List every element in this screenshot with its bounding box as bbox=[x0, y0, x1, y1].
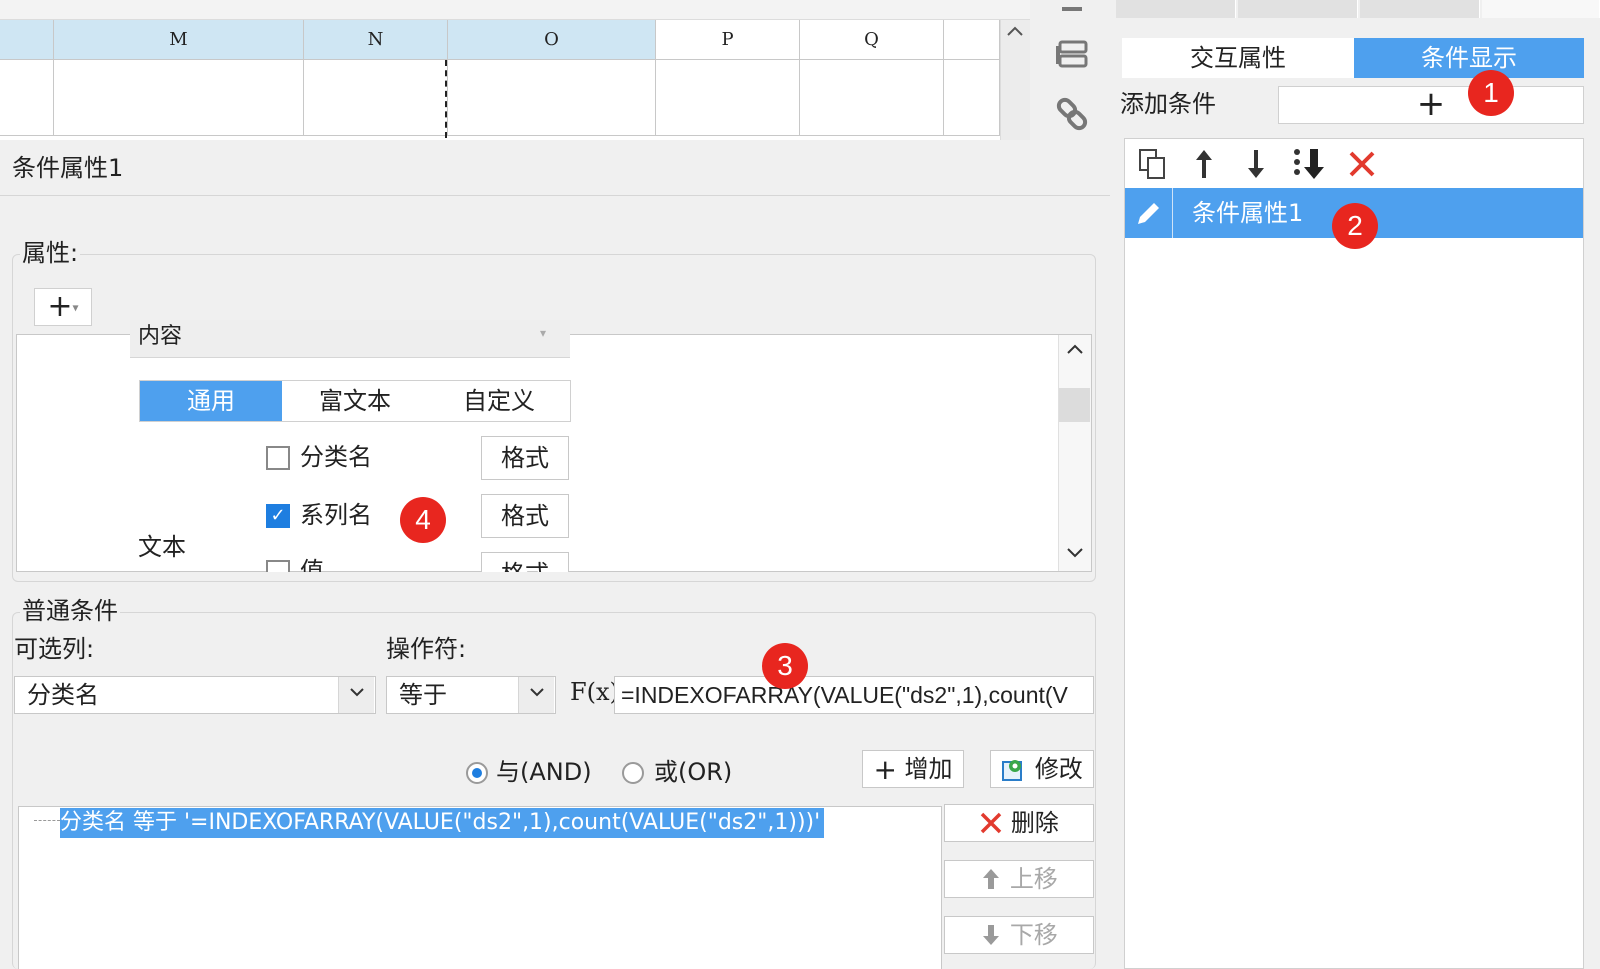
annotation-marker-2: 2 bbox=[1332, 203, 1378, 249]
annotation-marker-1: 1 bbox=[1468, 70, 1514, 116]
column-header-q[interactable]: Q bbox=[800, 20, 944, 60]
delete-button[interactable]: 删除 bbox=[944, 804, 1094, 842]
series-checkbox[interactable]: ✓ bbox=[266, 504, 290, 528]
or-radio-label: 或(OR) bbox=[654, 758, 733, 786]
modify-button-label: 修改 bbox=[1034, 755, 1083, 783]
move-down-button[interactable]: 下移 bbox=[944, 916, 1094, 954]
properties-label: 属性: bbox=[20, 236, 81, 270]
condition-expression[interactable]: 分类名 等于 '=INDEXOFARRAY(VALUE("ds2",1),cou… bbox=[60, 808, 825, 838]
chevron-down-icon[interactable] bbox=[518, 677, 554, 713]
condition-list-item-label: 条件属性1 bbox=[1192, 199, 1304, 227]
arrow-up-icon bbox=[980, 865, 1002, 901]
tab-custom[interactable]: 自定义 bbox=[428, 381, 570, 421]
copy-icon[interactable] bbox=[1134, 146, 1170, 182]
chevron-down-icon: ▾ bbox=[72, 300, 79, 315]
value-checkbox-label: 值 bbox=[300, 557, 324, 572]
sheet-cell[interactable] bbox=[54, 60, 304, 136]
content-section-header[interactable] bbox=[130, 320, 570, 358]
chevron-down-icon[interactable] bbox=[338, 677, 374, 713]
column-header-o[interactable]: O bbox=[448, 20, 656, 60]
tab-rich-text[interactable]: 富文本 bbox=[282, 381, 428, 421]
column-header-prev[interactable] bbox=[0, 20, 54, 60]
scroll-down-icon[interactable] bbox=[1058, 540, 1091, 570]
formula-input[interactable]: =INDEXOFARRAY(VALUE("ds2",1),count(V bbox=[614, 676, 1094, 714]
category-format-button[interactable]: 格式 bbox=[481, 436, 569, 480]
modify-button[interactable]: 修改 bbox=[990, 750, 1094, 788]
column-header-r[interactable] bbox=[944, 20, 1000, 60]
top-tab[interactable] bbox=[1482, 0, 1600, 18]
annotation-marker-4: 4 bbox=[400, 497, 446, 543]
move-down-button-label: 下移 bbox=[1009, 921, 1058, 949]
series-checkbox-label: 系列名 bbox=[300, 501, 372, 529]
delete-icon[interactable] bbox=[1344, 146, 1380, 182]
tab-general[interactable]: 通用 bbox=[140, 381, 282, 421]
or-radio[interactable] bbox=[622, 762, 644, 784]
category-checkbox[interactable] bbox=[266, 446, 290, 470]
top-tab[interactable] bbox=[1238, 0, 1358, 18]
value-checkbox-clip bbox=[266, 560, 290, 572]
add-condition-label: 添加条件 bbox=[1120, 90, 1216, 118]
add-property-button[interactable]: +▾ bbox=[34, 288, 92, 326]
text-label: 文本 bbox=[138, 533, 186, 561]
move-bottom-icon[interactable] bbox=[1290, 146, 1326, 182]
dialog-title: 条件属性1 bbox=[12, 154, 124, 182]
widget-settings-icon[interactable] bbox=[1050, 36, 1094, 74]
add-button-label: 增加 bbox=[904, 755, 953, 783]
top-tab[interactable] bbox=[1360, 0, 1480, 18]
tab-condition-display[interactable]: 条件显示 bbox=[1354, 38, 1584, 78]
formula-icon[interactable]: F(x) bbox=[570, 674, 619, 714]
and-radio-label: 与(AND) bbox=[496, 758, 592, 786]
column-header-m[interactable]: M bbox=[54, 20, 304, 60]
normal-condition-label: 普通条件 bbox=[20, 594, 120, 628]
and-radio[interactable] bbox=[466, 762, 488, 784]
series-format-button[interactable]: 格式 bbox=[481, 494, 569, 538]
close-icon bbox=[979, 809, 1003, 845]
modify-icon bbox=[1001, 756, 1027, 792]
content-section-label: 内容 bbox=[138, 324, 183, 349]
add-property-label: + bbox=[47, 289, 73, 324]
add-button[interactable]: + 增加 bbox=[862, 750, 964, 788]
sheet-cell[interactable] bbox=[656, 60, 800, 136]
column-label: 可选列: bbox=[14, 635, 95, 663]
move-up-button-label: 上移 bbox=[1009, 865, 1058, 893]
scroll-up-icon[interactable] bbox=[1058, 338, 1091, 368]
column-header-n[interactable]: N bbox=[304, 20, 448, 60]
scroll-thumb[interactable] bbox=[1059, 388, 1090, 422]
arrow-down-icon bbox=[980, 921, 1002, 957]
tab-interaction-properties[interactable]: 交互属性 bbox=[1122, 38, 1354, 78]
move-up-button[interactable]: 上移 bbox=[944, 860, 1094, 898]
annotation-marker-3: 3 bbox=[762, 643, 808, 689]
sheet-cell[interactable] bbox=[944, 60, 1000, 136]
properties-scrollbar[interactable] bbox=[1058, 335, 1091, 571]
add-condition-button[interactable]: + bbox=[1278, 86, 1584, 124]
divider bbox=[0, 195, 1110, 196]
column-header-p[interactable]: P bbox=[656, 20, 800, 60]
toolbar-icon[interactable] bbox=[1050, 0, 1094, 38]
sheet-top-bar bbox=[0, 0, 1030, 20]
value-checkbox[interactable] bbox=[266, 560, 290, 572]
plus-icon: + bbox=[873, 753, 897, 786]
category-checkbox-label: 分类名 bbox=[300, 443, 372, 471]
scroll-up-icon[interactable] bbox=[1000, 22, 1030, 52]
sheet-cell[interactable] bbox=[304, 60, 448, 136]
sheet-cell[interactable] bbox=[0, 60, 54, 136]
column-select[interactable]: 分类名 bbox=[14, 676, 376, 714]
top-tab[interactable] bbox=[1116, 0, 1236, 18]
delete-button-label: 删除 bbox=[1010, 809, 1059, 837]
page-break-line bbox=[445, 60, 447, 138]
chevron-down-icon: ▾ bbox=[540, 326, 547, 340]
operator-label: 操作符: bbox=[386, 635, 467, 663]
sheet-cell[interactable] bbox=[448, 60, 656, 136]
move-up-icon[interactable] bbox=[1186, 146, 1222, 182]
pencil-icon[interactable] bbox=[1125, 188, 1173, 238]
sheet-cell[interactable] bbox=[800, 60, 944, 136]
condition-list bbox=[1124, 138, 1584, 969]
move-down-icon[interactable] bbox=[1238, 146, 1274, 182]
hyperlink-icon[interactable] bbox=[1050, 96, 1094, 134]
value-format-button[interactable]: 格式 bbox=[481, 552, 569, 572]
tree-line bbox=[34, 820, 60, 821]
